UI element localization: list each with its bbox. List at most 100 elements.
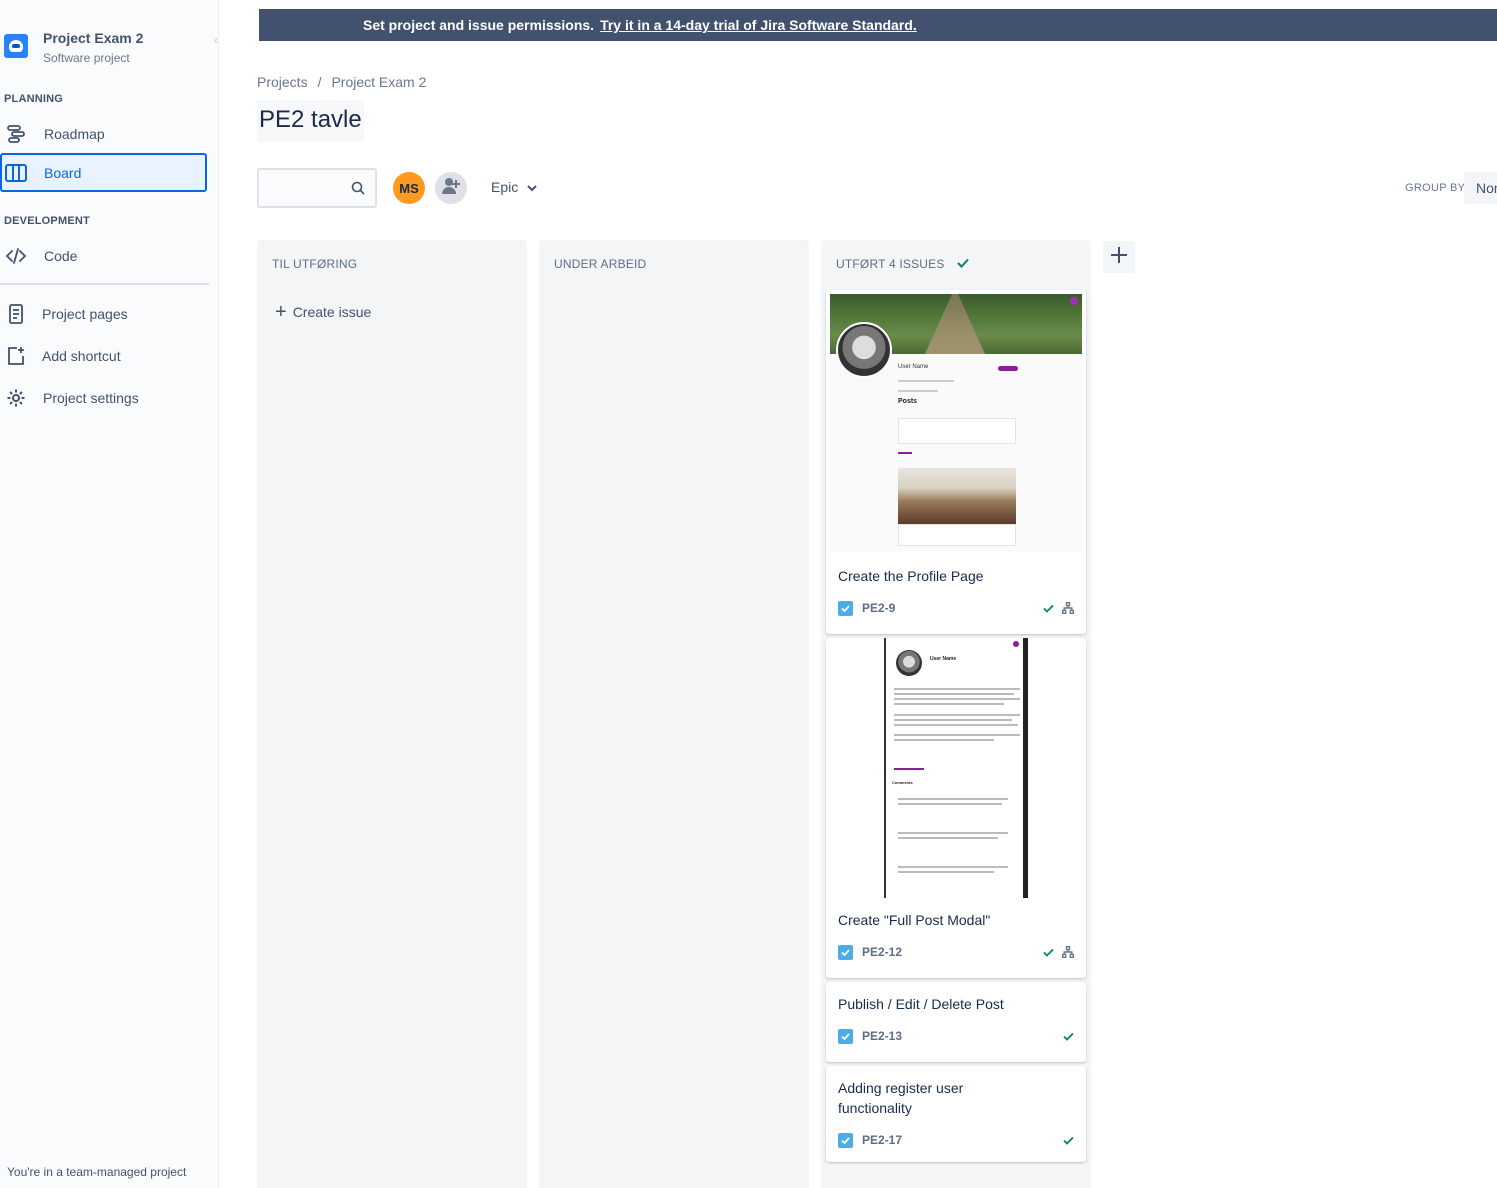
thumb-text-line	[894, 698, 1020, 700]
card-status	[1035, 602, 1074, 614]
card-footer: PE2-12	[838, 944, 1074, 960]
issue-card[interactable]: Adding register user functionality PE2-1…	[826, 1066, 1086, 1162]
card-cover-image: User Name Posts	[830, 294, 1082, 552]
thumb-text-line	[898, 837, 998, 839]
card-cover-image: User Name Comments	[884, 638, 1028, 898]
task-icon	[838, 1132, 853, 1148]
banner-text: Set project and issue permissions.	[363, 17, 595, 33]
profile-photo	[896, 650, 922, 676]
child-issues-icon	[1062, 946, 1074, 958]
thumb-text-line	[898, 832, 1008, 834]
issue-key[interactable]: PE2-13	[862, 1029, 902, 1043]
issue-key[interactable]: PE2-12	[862, 945, 902, 959]
card-footer: PE2-17	[838, 1132, 1074, 1148]
sidebar-item-add-shortcut[interactable]: Add shortcut	[0, 336, 207, 375]
thumb-post-box	[898, 524, 1016, 546]
code-icon	[5, 245, 27, 267]
breadcrumb-project[interactable]: Project Exam 2	[331, 74, 426, 90]
column-title: UTFØRT 4 ISSUES	[836, 257, 945, 271]
thumb-post-box	[898, 418, 1016, 444]
epic-filter-dropdown[interactable]: Epic	[491, 179, 537, 195]
avatar[interactable]: MS	[393, 172, 425, 204]
issue-card[interactable]: User Name Comments Create "Full Post Mod…	[826, 638, 1086, 978]
epic-label: Epic	[491, 179, 519, 195]
issue-card[interactable]: User Name Posts Create the Profile Page …	[826, 290, 1086, 634]
thumb-text-line	[894, 693, 1014, 695]
sidebar-item-project-settings[interactable]: Project settings	[0, 378, 207, 417]
plus-icon: +	[275, 301, 287, 323]
add-column-button[interactable]	[1103, 241, 1135, 273]
thumb-text-line	[898, 803, 1002, 805]
thumb-text-line	[898, 390, 938, 392]
thumb-posts-heading: Posts	[898, 398, 918, 405]
check-icon	[1043, 604, 1054, 613]
page-icon	[5, 303, 27, 325]
search-icon	[351, 181, 365, 200]
sidebar-item-label: Board	[44, 164, 82, 181]
thumb-text-line	[898, 866, 1008, 868]
child-issues-icon	[1062, 602, 1074, 614]
sidebar-item-project-pages[interactable]: Project pages	[0, 294, 207, 333]
project-header[interactable]: Project Exam 2 Software project	[4, 28, 143, 66]
board-column-in-progress: UNDER ARBEID	[539, 240, 809, 1188]
breadcrumb-projects[interactable]: Projects	[257, 74, 308, 90]
sidebar-item-label: Project pages	[42, 305, 128, 322]
task-icon	[838, 1028, 853, 1044]
sidebar-item-label: Roadmap	[44, 125, 105, 142]
card-title: Publish / Edit / Delete Post	[838, 996, 1004, 1012]
project-name: Project Exam 2	[43, 30, 144, 46]
column-title: UNDER ARBEID	[554, 257, 647, 271]
sidebar-item-code[interactable]: Code	[0, 236, 207, 275]
gear-icon	[5, 387, 27, 409]
add-shortcut-icon	[5, 345, 27, 367]
team-managed-note[interactable]: You're in a team-managed project	[7, 1165, 186, 1179]
plus-icon	[1110, 246, 1128, 269]
thumb-badge	[998, 366, 1018, 371]
card-status	[1055, 1032, 1074, 1041]
card-footer: PE2-13	[838, 1028, 1074, 1044]
add-people-button[interactable]	[435, 172, 467, 204]
board-icon	[5, 162, 27, 184]
card-status	[1035, 946, 1074, 958]
sidebar: Project Exam 2 Software project ‹ PLANNI…	[0, 0, 219, 1188]
search-input[interactable]	[257, 168, 377, 208]
sidebar-item-roadmap[interactable]: Roadmap	[0, 114, 207, 153]
thumb-text-line	[894, 739, 994, 741]
breadcrumb-separator: /	[317, 74, 322, 90]
thumb-text-line	[894, 724, 1018, 726]
sidebar-item-label: Project settings	[43, 389, 139, 406]
sidebar-item-board[interactable]: Board	[0, 153, 207, 192]
task-icon	[838, 944, 853, 960]
profile-photo	[836, 322, 892, 378]
check-icon	[1063, 1136, 1074, 1145]
thumb-user-name: User Name	[898, 364, 929, 370]
trial-link[interactable]: Try it in a 14-day trial of Jira Softwar…	[600, 17, 917, 33]
thumb-comments-heading: Comments	[892, 780, 913, 785]
add-person-icon	[442, 177, 460, 200]
chevron-down-icon	[527, 179, 537, 195]
issue-key[interactable]: PE2-17	[862, 1133, 902, 1147]
card-status	[1055, 1136, 1074, 1145]
thumb-text-line	[898, 380, 954, 382]
board-column-todo: TIL UTFØRING + Create issue	[257, 240, 527, 1188]
thumb-tag	[898, 452, 912, 454]
group-by-select[interactable]: None	[1464, 172, 1497, 204]
breadcrumb: Projects / Project Exam 2	[257, 74, 426, 90]
thumb-text-line	[894, 703, 1004, 705]
trial-banner: Set project and issue permissions. Try i…	[259, 9, 1497, 41]
close-icon	[1070, 297, 1078, 305]
issue-card[interactable]: Publish / Edit / Delete Post PE2-13	[826, 982, 1086, 1062]
group-by-label: GROUP BY	[1405, 182, 1466, 194]
page-title[interactable]: PE2 tavle	[257, 100, 364, 142]
thumb-reactions	[894, 768, 924, 770]
create-issue-label: Create issue	[292, 304, 372, 320]
create-issue-button[interactable]: + Create issue	[275, 301, 372, 323]
issue-key[interactable]: PE2-9	[862, 601, 895, 615]
thumb-text-line	[894, 688, 1020, 690]
check-icon	[956, 257, 969, 271]
sidebar-item-label: Add shortcut	[42, 347, 121, 364]
thumb-text-line	[898, 871, 994, 873]
project-avatar-icon	[4, 34, 28, 58]
collapse-sidebar-icon[interactable]: ‹	[214, 33, 218, 47]
thumb-text-line	[894, 714, 1020, 716]
